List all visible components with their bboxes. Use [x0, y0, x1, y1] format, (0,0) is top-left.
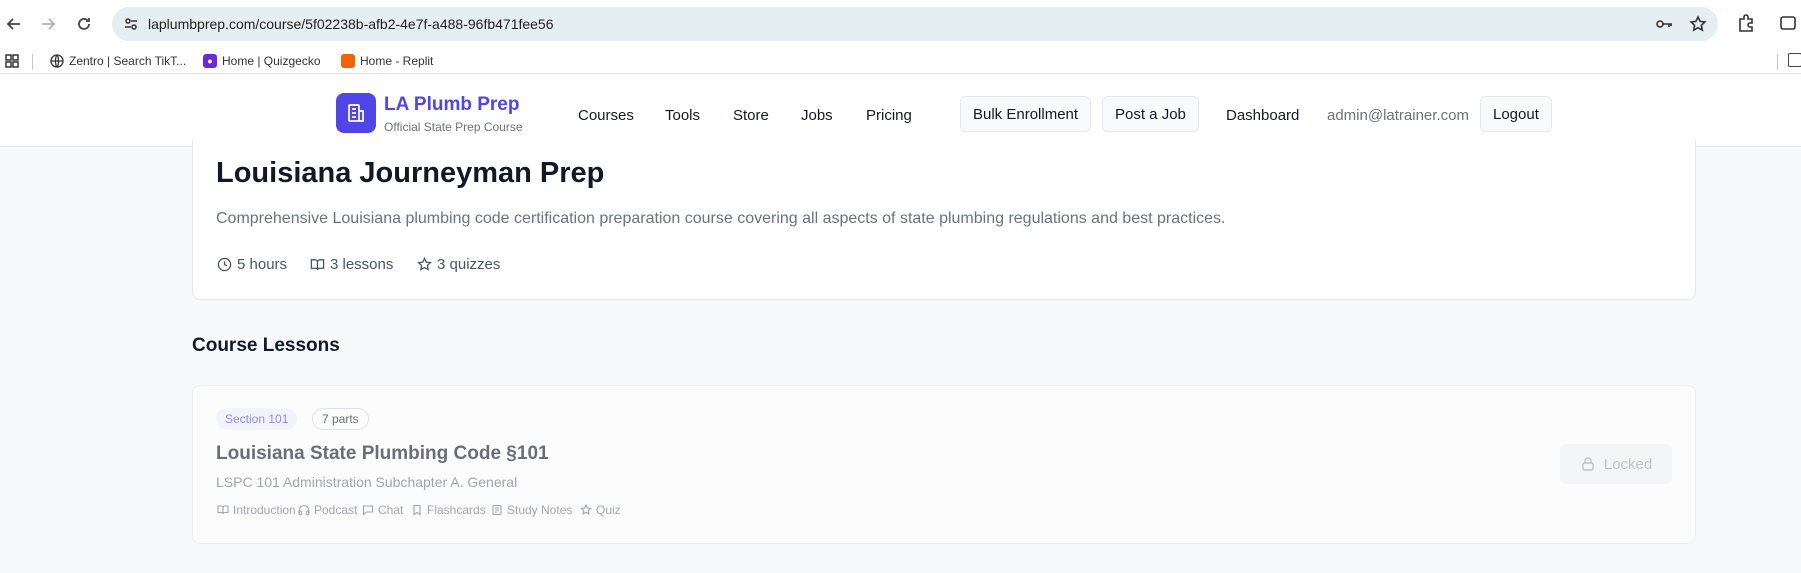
part-introduction: Introduction — [217, 503, 296, 517]
bookmarks-divider — [32, 54, 33, 70]
site-header: LA Plumb Prep Official State Prep Course… — [0, 75, 1801, 147]
lock-icon — [1582, 457, 1594, 471]
bookmark-star-icon[interactable] — [1688, 14, 1708, 34]
course-description: Comprehensive Louisiana plumbing code ce… — [216, 210, 1226, 227]
part-podcast: Podcast — [298, 503, 357, 517]
quizzes-count-text: 3 quizzes — [437, 256, 501, 273]
bookmark-quizgecko[interactable]: ● Home | Quizgecko — [203, 52, 321, 70]
part-label: Quiz — [596, 503, 621, 517]
replit-favicon — [341, 54, 355, 68]
url-text[interactable]: laplumbprep.com/course/5f02238b-afb2-4e7… — [148, 16, 554, 32]
apps-grid-icon[interactable] — [4, 53, 20, 69]
locked-button[interactable]: Locked — [1560, 444, 1672, 484]
bookmarks-divider — [1777, 54, 1778, 70]
reload-icon[interactable] — [70, 10, 98, 38]
locked-label: Locked — [1603, 455, 1653, 473]
forward-arrow-icon[interactable] — [34, 10, 62, 38]
clock-icon — [217, 257, 232, 272]
nav-dashboard[interactable]: Dashboard — [1226, 107, 1299, 124]
part-label: Introduction — [233, 503, 296, 517]
part-label: Chat — [378, 503, 404, 517]
headphones-icon — [298, 504, 310, 516]
course-duration: 5 hours — [217, 256, 287, 273]
course-title: Louisiana Journeyman Prep — [216, 157, 605, 189]
part-study-notes: Study Notes — [491, 503, 572, 517]
user-email: admin@latrainer.com — [1327, 107, 1469, 124]
nav-tools[interactable]: Tools — [665, 107, 700, 124]
post-job-button[interactable]: Post a Job — [1102, 96, 1199, 132]
star-icon — [580, 504, 592, 515]
nav-jobs[interactable]: Jobs — [801, 107, 833, 124]
brand-subtitle: Official State Prep Course — [384, 120, 523, 134]
lesson-subtitle: LSPC 101 Administration Subchapter A. Ge… — [216, 474, 518, 490]
part-label: Flashcards — [427, 503, 486, 517]
book-open-icon — [310, 259, 325, 271]
lessons-count-text: 3 lessons — [330, 256, 394, 273]
logout-button[interactable]: Logout — [1480, 96, 1552, 132]
chat-bubble-icon — [362, 505, 374, 516]
bulk-enrollment-button[interactable]: Bulk Enrollment — [960, 96, 1092, 132]
course-quizzes-count: 3 quizzes — [417, 256, 500, 273]
nav-courses[interactable]: Courses — [578, 107, 634, 124]
course-lessons-heading: Course Lessons — [192, 335, 340, 356]
lesson-title: Louisiana State Plumbing Code §101 — [216, 443, 549, 464]
browser-toolbar: laplumbprep.com/course/5f02238b-afb2-4e7… — [0, 0, 1801, 48]
site-info-icon[interactable] — [120, 13, 142, 35]
part-flashcards: Flashcards — [411, 503, 486, 517]
building-icon — [348, 104, 364, 122]
address-bar[interactable]: laplumbprep.com/course/5f02238b-afb2-4e7… — [112, 7, 1718, 41]
part-label: Study Notes — [507, 503, 573, 517]
globe-icon — [50, 54, 64, 68]
bookmark-replit[interactable]: Home - Replit — [341, 52, 433, 70]
star-icon — [417, 257, 432, 271]
duration-text: 5 hours — [237, 256, 288, 273]
bookmarks-bar: Zentro | Search TikT... ● Home | Quizgec… — [0, 48, 1801, 74]
course-lessons-count: 3 lessons — [310, 256, 393, 273]
extensions-icon[interactable] — [1736, 13, 1758, 35]
bookmark-label: Home - Replit — [360, 54, 434, 68]
part-chat: Chat — [362, 503, 403, 517]
bookmark-label: Home | Quizgecko — [222, 54, 321, 68]
course-overview-card: Louisiana Journeyman Prep Comprehensive … — [192, 140, 1696, 300]
book-open-icon — [217, 505, 229, 515]
lesson-card[interactable]: Section 101 7 parts Louisiana State Plum… — [192, 385, 1696, 544]
section-badge: Section 101 — [216, 408, 298, 430]
key-icon[interactable] — [1654, 14, 1674, 34]
side-panel-icon[interactable] — [1778, 13, 1800, 35]
part-quiz: Quiz — [580, 503, 621, 517]
back-arrow-icon[interactable] — [0, 10, 28, 38]
quizgecko-favicon: ● — [203, 54, 217, 68]
parts-badge: 7 parts — [312, 408, 369, 430]
logo[interactable] — [336, 93, 376, 133]
folder-icon[interactable] — [1788, 53, 1801, 67]
nav-store[interactable]: Store — [733, 107, 769, 124]
nav-pricing[interactable]: Pricing — [866, 107, 912, 124]
bookmark-icon — [413, 504, 421, 516]
bookmark-zentro[interactable]: Zentro | Search TikT... — [50, 52, 186, 70]
part-label: Podcast — [314, 503, 358, 517]
notes-icon — [492, 504, 502, 516]
bookmark-label: Zentro | Search TikT... — [69, 54, 187, 68]
brand-title[interactable]: LA Plumb Prep — [384, 94, 519, 116]
